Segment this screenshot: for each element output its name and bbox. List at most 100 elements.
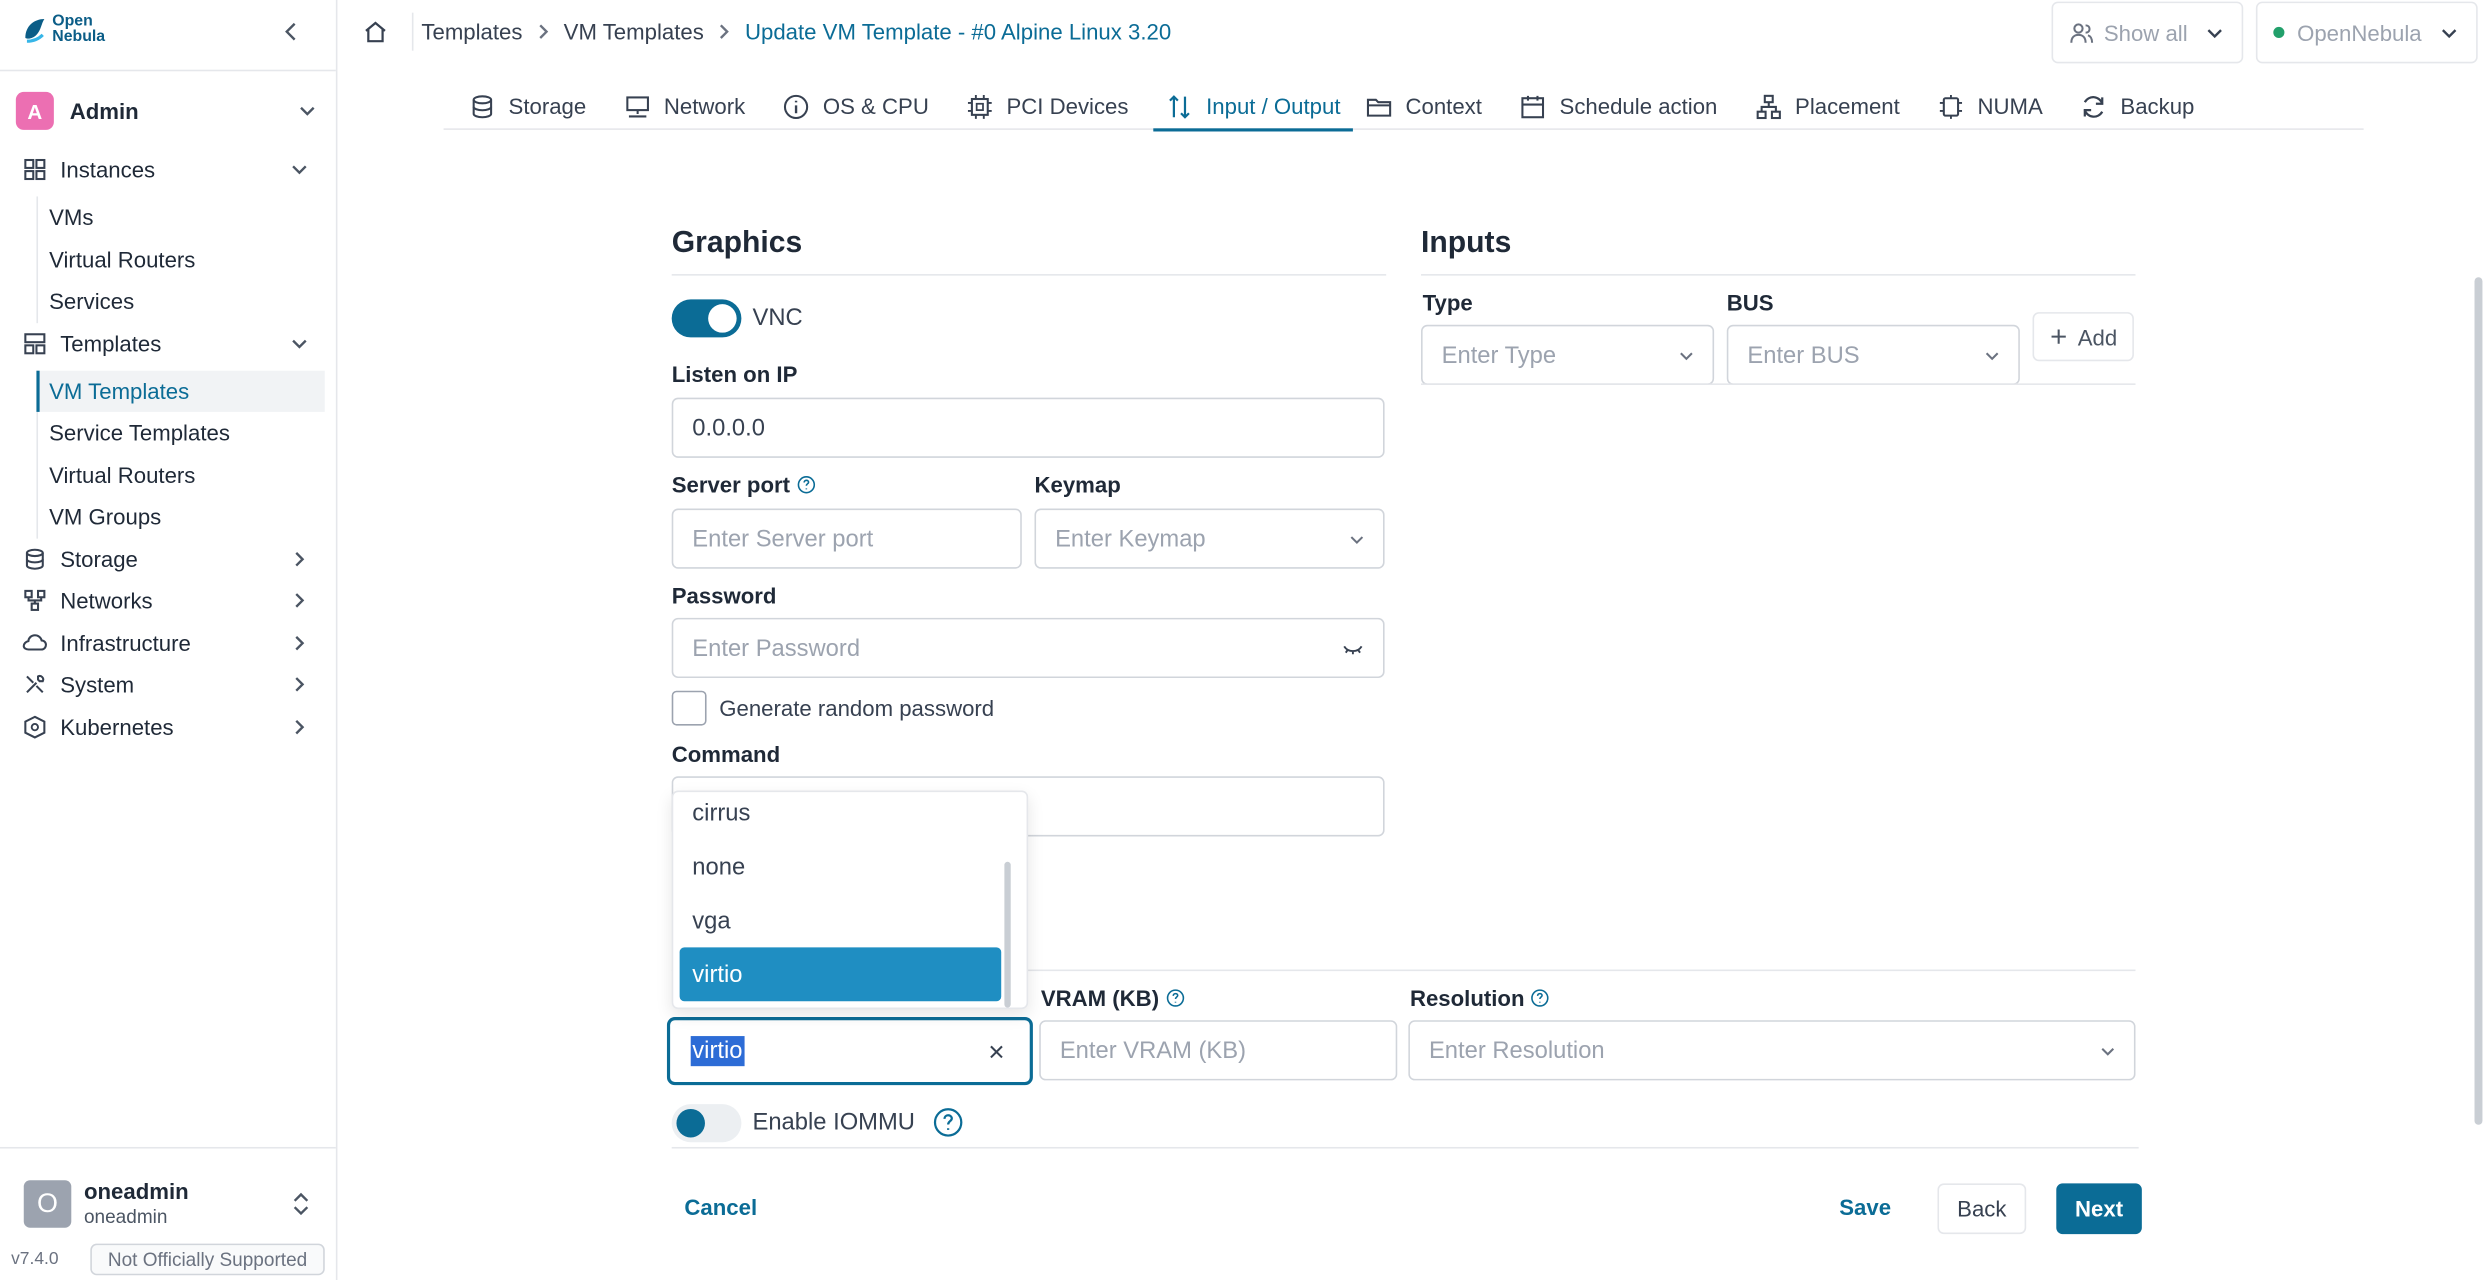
- tab-schedule-action[interactable]: Schedule action: [1507, 82, 1730, 130]
- tab-storage[interactable]: Storage: [456, 82, 599, 130]
- video-model-combobox[interactable]: virtio: [666, 1017, 1033, 1086]
- filter-dropdown[interactable]: Show all: [2051, 1, 2244, 64]
- tab-backup[interactable]: Backup: [2068, 82, 2207, 130]
- random-password-checkbox[interactable]: [671, 690, 707, 726]
- sidebar-section-label: Templates: [60, 331, 162, 357]
- account-name: oneadmin: [83, 1178, 189, 1204]
- chevron-down-icon: [1676, 345, 1697, 366]
- toggle-knob: [708, 304, 737, 333]
- breadcrumb-item-templates[interactable]: Templates: [421, 19, 522, 44]
- home-icon[interactable]: [363, 19, 388, 44]
- sidebar-item-vms[interactable]: VMs: [36, 196, 324, 237]
- sidebar-section-label: Storage: [60, 546, 138, 572]
- server-port-input[interactable]: Enter Server port: [671, 508, 1022, 569]
- sidebar-item-service-templates[interactable]: Service Templates: [36, 412, 324, 453]
- listen-ip-input[interactable]: 0.0.0.0: [671, 397, 1385, 458]
- tab-pci-devices[interactable]: PCI Devices: [954, 82, 1141, 130]
- tab-os-cpu[interactable]: OS & CPU: [771, 82, 942, 130]
- vnc-label: VNC: [752, 304, 803, 332]
- help-icon[interactable]: [1531, 989, 1550, 1008]
- listen-ip-label: Listen on IP: [671, 361, 798, 387]
- sidebar-divider: [0, 69, 336, 72]
- sidebar-item-template-virtual-routers[interactable]: Virtual Routers: [36, 455, 324, 496]
- tools-icon: [22, 672, 47, 697]
- arrows-updown-icon: [1167, 93, 1194, 120]
- option-virtio[interactable]: virtio: [679, 947, 1002, 1002]
- tab-label: OS & CPU: [822, 93, 929, 119]
- toggle-knob: [676, 1108, 705, 1138]
- close-icon[interactable]: [987, 1042, 1006, 1061]
- input-bus-select[interactable]: Enter BUS: [1726, 324, 2020, 385]
- command-label: Command: [671, 741, 781, 767]
- iommu-toggle[interactable]: [671, 1104, 742, 1143]
- password-label: Password: [671, 582, 777, 609]
- cancel-button[interactable]: Cancel: [684, 1194, 757, 1219]
- sidebar-section-networks[interactable]: Networks: [22, 583, 326, 618]
- chevron-down-icon: [296, 100, 318, 122]
- tab-numa[interactable]: NUMA: [1925, 82, 2055, 130]
- chevron-updown-icon: [290, 1190, 312, 1219]
- zone-dropdown[interactable]: OpenNebula: [2255, 1, 2478, 64]
- account-menu[interactable]: O oneadmin oneadmin: [23, 1177, 325, 1231]
- tab-context[interactable]: Context: [1353, 82, 1494, 130]
- sidebar-section-storage[interactable]: Storage: [22, 542, 326, 577]
- sidebar-item-vm-templates[interactable]: VM Templates: [36, 370, 325, 412]
- password-input[interactable]: Enter Password: [671, 617, 1385, 679]
- back-button[interactable]: Back: [1937, 1183, 2027, 1235]
- sidebar-section-kubernetes[interactable]: Kubernetes: [22, 710, 326, 745]
- monitor-network-icon: [624, 93, 651, 120]
- option-vga[interactable]: vga: [680, 893, 1002, 947]
- chevron-right-icon: [713, 21, 735, 43]
- video-model-options: cirrus none vga virtio: [671, 790, 1029, 1010]
- eye-closed-icon[interactable]: [1342, 640, 1364, 659]
- help-icon[interactable]: [796, 475, 815, 494]
- sidebar-section-instances[interactable]: Instances: [22, 152, 326, 187]
- tab-network[interactable]: Network: [612, 82, 758, 130]
- page-scrollbar[interactable]: [2474, 277, 2483, 1125]
- sidebar-item-vm-groups[interactable]: VM Groups: [36, 496, 324, 537]
- sidebar-section-templates[interactable]: Templates: [22, 326, 326, 361]
- zone-label: OpenNebula: [2297, 19, 2422, 46]
- chevron-down-icon: [288, 333, 310, 355]
- plus-icon: [2049, 328, 2066, 345]
- option-none[interactable]: none: [680, 840, 1002, 894]
- sidebar-section-infrastructure[interactable]: Infrastructure: [22, 626, 326, 661]
- network-icon: [22, 588, 47, 613]
- help-icon[interactable]: [1165, 989, 1184, 1008]
- collapse-sidebar-button[interactable]: [279, 19, 304, 44]
- next-button[interactable]: Next: [2056, 1183, 2142, 1235]
- vnc-toggle[interactable]: [671, 299, 742, 338]
- section-divider: [671, 274, 1387, 276]
- dropdown-scrollbar[interactable]: [1004, 861, 1011, 1008]
- input-type-select[interactable]: Enter Type: [1421, 324, 1715, 385]
- sidebar-section-label: System: [60, 671, 135, 698]
- template-tabs: Storage Network OS & CPU PCI Devices Inp…: [443, 82, 2364, 132]
- sidebar-item-virtual-routers[interactable]: Virtual Routers: [36, 239, 324, 280]
- input-bus-placeholder: Enter BUS: [1747, 341, 1860, 369]
- chevron-right-icon: [288, 548, 310, 570]
- cloud-icon: [22, 631, 47, 656]
- chevron-down-icon: [2097, 1041, 2118, 1062]
- add-input-button[interactable]: Add: [2032, 312, 2134, 362]
- help-icon[interactable]: [933, 1107, 963, 1137]
- filter-label: Show all: [2103, 19, 2188, 46]
- resolution-select[interactable]: Enter Resolution: [1408, 1020, 2136, 1081]
- breadcrumb-item-vm-templates[interactable]: VM Templates: [564, 19, 704, 44]
- sidebar-section-label: Instances: [60, 156, 156, 183]
- random-password-label: Generate random password: [719, 695, 995, 721]
- chip-icon: [967, 93, 994, 120]
- save-button[interactable]: Save: [1839, 1194, 1891, 1219]
- sidebar-item-services[interactable]: Services: [36, 280, 324, 321]
- server-port-label: Server port: [672, 472, 816, 497]
- page-title: Update VM Template - #0 Alpine Linux 3.2…: [744, 19, 1172, 45]
- tab-placement[interactable]: Placement: [1743, 82, 1913, 130]
- keymap-select[interactable]: Enter Keymap: [1034, 508, 1385, 569]
- sidebar-section-system[interactable]: System: [22, 667, 326, 702]
- refresh-icon: [2081, 93, 2108, 120]
- tab-input-output[interactable]: Input / Output: [1153, 82, 1353, 132]
- vram-input[interactable]: Enter VRAM (KB): [1039, 1020, 1398, 1081]
- user-switcher[interactable]: A Admin: [15, 91, 325, 130]
- opennebula-logo[interactable]: Open Nebula: [22, 13, 105, 46]
- option-cirrus[interactable]: cirrus: [680, 792, 1002, 840]
- database-icon: [469, 93, 496, 120]
